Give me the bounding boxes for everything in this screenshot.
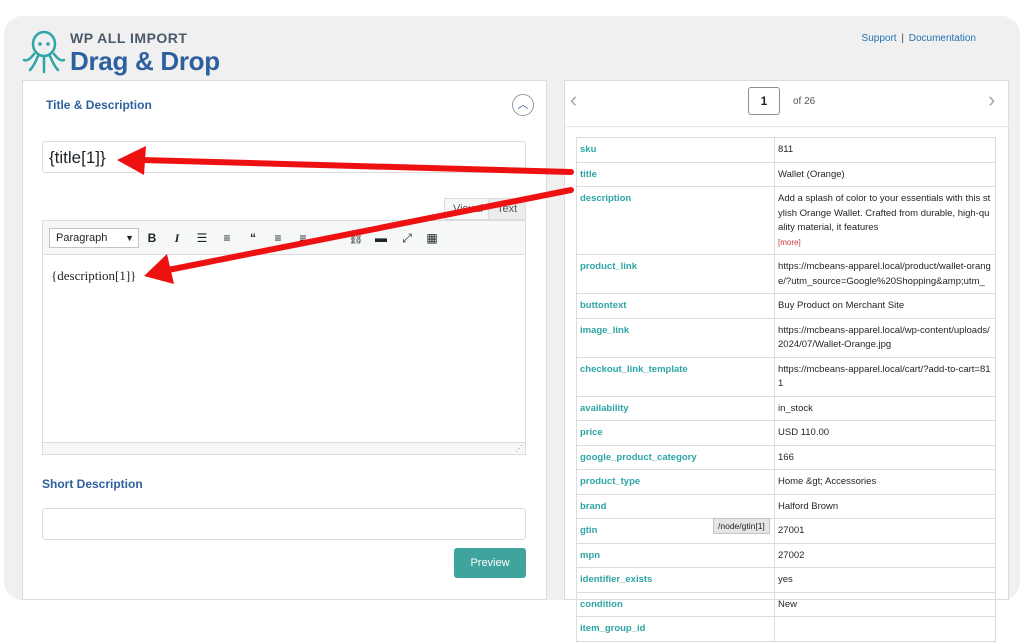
arrow-to-title-icon — [117, 146, 574, 175]
field-key[interactable]: item_group_id — [576, 616, 775, 642]
field-value — [774, 616, 996, 642]
arrow-to-description-icon — [144, 187, 574, 284]
annotation-arrows — [117, 146, 574, 284]
table-row: item_group_id — [576, 616, 996, 642]
